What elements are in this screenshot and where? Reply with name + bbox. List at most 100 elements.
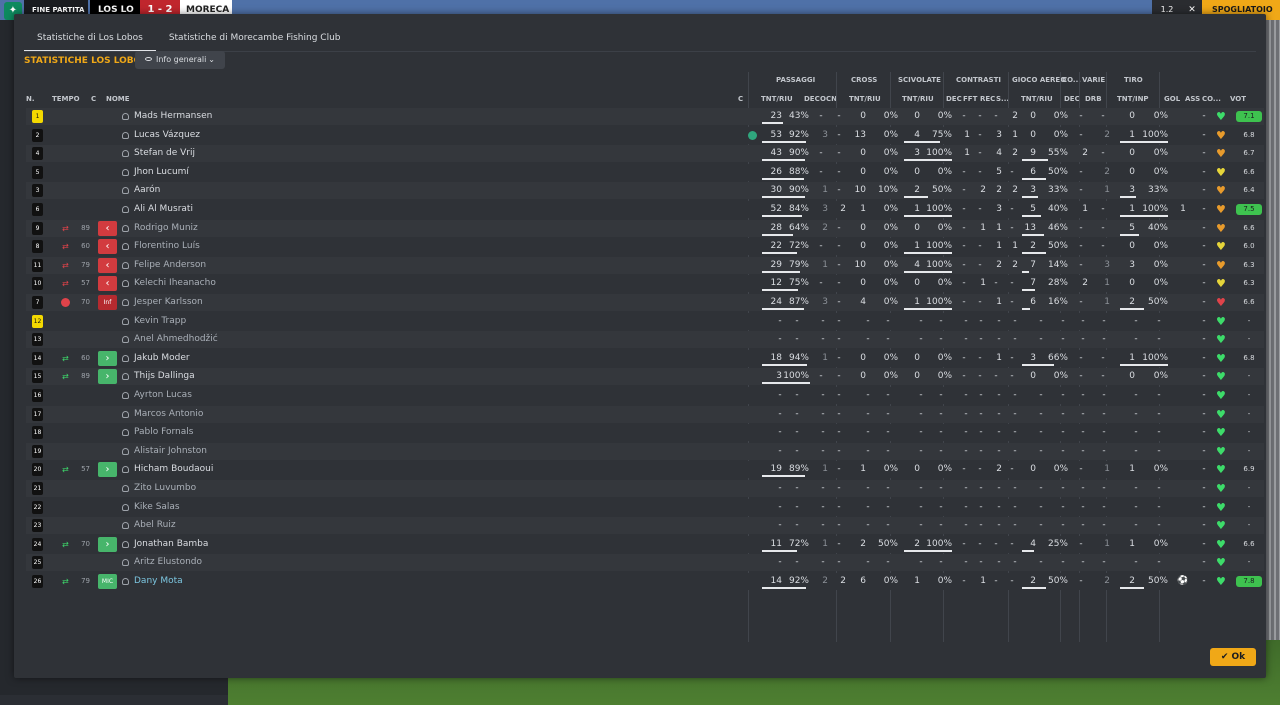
player-name[interactable]: Jesper Karlsson	[134, 294, 203, 311]
empty-stat: -	[1081, 315, 1085, 326]
player-name[interactable]: Aarón	[134, 182, 160, 199]
table-row[interactable]: 3 Aarón 30 90% 1-10 10% 2 50% -2 2 2 3 33% -1 3 33% - ♥ 6.…	[26, 182, 1264, 200]
player-name[interactable]: Rodrigo Muniz	[134, 220, 198, 237]
empty-stat: -	[1081, 390, 1085, 400]
table-row[interactable]: 20 ⇄ 57 › Hicham Boudaoui 19 89% 1-1 0% 0 0% - -2-0 0…	[26, 461, 1264, 479]
player-name[interactable]: Mads Hermansen	[134, 108, 212, 125]
position-chip[interactable]: ‹	[98, 239, 117, 255]
table-row[interactable]: 10 ⇄ 57 ‹ Kelechi Iheanacho 12 75% - -0 0% 0 0% -1- -…	[26, 275, 1264, 293]
table-row[interactable]: 14 ⇄ 60 › Jakub Moder 18 94% 1-0 0% 0 0% - -1-3 66% - -…	[26, 349, 1264, 367]
table-row[interactable]: 5 Jhon Lucumí 26 88% - -0 0% 0 0% - -5-6 50% -2 0 0% - ♥…	[26, 163, 1264, 181]
table-row[interactable]: 15 ⇄ 89 › Thijs Dallinga 3 100% - -0 0% 0 0% - - - -0 0%…	[26, 368, 1264, 386]
col-con-dec[interactable]: DEC	[946, 95, 962, 103]
player-name[interactable]: Stefan de Vrij	[134, 145, 195, 162]
player-rating: 7.5	[1236, 204, 1262, 215]
col-pass-dec[interactable]: DEC	[804, 95, 820, 103]
assists: -	[1202, 576, 1206, 586]
player-name[interactable]: Kevin Trapp	[134, 313, 186, 330]
empty-stat: -	[997, 390, 1001, 400]
table-row[interactable]: 17 Marcos Antonio - - - - - - - - - - - - - - - - - - - ♥ -	[26, 405, 1264, 423]
col-condition[interactable]: CO...	[1202, 95, 1221, 103]
col-shot-tnt[interactable]: TNT/INP	[1117, 95, 1149, 103]
player-name[interactable]: Pablo Fornals	[134, 424, 193, 441]
table-row[interactable]: 22 Kike Salas - - - - - - - - - - - - - - - - - - - ♥ -	[26, 498, 1264, 516]
table-row[interactable]: 26 ⇄ 79 MIC Dany Mota 14 92% 2 2 6 0% 1 0% -1- -2 50% -2…	[26, 573, 1264, 590]
table-row[interactable]: 8 ⇄ 60 ‹ Florentino Luís 22 72% - -0 0% 1 100% - -1 1 2…	[26, 238, 1264, 256]
position-chip[interactable]: ‹	[98, 257, 117, 273]
con-fft: -	[978, 111, 982, 121]
player-name[interactable]: Kelechi Iheanacho	[134, 275, 216, 292]
col-pass-tnt[interactable]: TNT/RIU	[761, 95, 793, 103]
player-name[interactable]: Felipe Anderson	[134, 257, 206, 274]
tab-home-stats[interactable]: Statistiche di Los Lobos	[24, 28, 156, 52]
col-ass[interactable]: ASS	[1185, 95, 1200, 103]
table-row[interactable]: 2 Lucas Vázquez 53 92% 3-13 0% 4 75% 1-3 1 0 0% -2 1 1…	[26, 126, 1264, 144]
player-name[interactable]: Aritz Elustondo	[134, 554, 202, 571]
table-row[interactable]: 19 Alistair Johnston - - - - - - - - - - - - - - - - - - - ♥ -	[26, 442, 1264, 460]
tab-away-stats[interactable]: Statistiche di Morecambe Fishing Club	[156, 28, 354, 52]
player-name[interactable]: Ayrton Lucas	[134, 387, 192, 404]
col-cross-tnt[interactable]: TNT/RIU	[849, 95, 881, 103]
table-row[interactable]: 21 Zito Luvumbo - - - - - - - - - - - - - - - - - - - ♥ -	[26, 480, 1264, 497]
pass-bar	[762, 233, 793, 236]
player-name[interactable]: Alistair Johnston	[134, 443, 207, 460]
col-air-tnt[interactable]: TNT/RIU	[1021, 95, 1053, 103]
player-name[interactable]: Zito Luvumbo	[134, 480, 196, 497]
empty-stat: -	[795, 334, 799, 345]
empty-stat: -	[1081, 445, 1085, 456]
position-chip[interactable]: ›	[98, 536, 117, 552]
con-dec: -	[962, 204, 966, 214]
position-chip[interactable]: MIC	[98, 574, 117, 589]
player-name[interactable]: Jhon Lucumí	[134, 164, 189, 181]
position-chip[interactable]: ›	[98, 350, 117, 366]
position-chip[interactable]: ‹	[98, 276, 117, 292]
player-name[interactable]: Ali Al Musrati	[134, 201, 193, 218]
col-tempo[interactable]: TEMPO	[52, 95, 80, 103]
table-row[interactable]: 13 Anel Ahmedhodžić - - - - - - - - - - - - - - - - - - - ♥ -	[26, 331, 1264, 349]
player-name[interactable]: Kike Salas	[134, 499, 180, 516]
col-co-dec[interactable]: DEC	[1064, 95, 1080, 103]
ok-button[interactable]: ✔ Ok	[1210, 648, 1256, 666]
position-chip[interactable]: ›	[98, 369, 117, 385]
col-pass-ocn[interactable]: OCN	[820, 95, 837, 103]
col-n[interactable]: N.	[26, 95, 35, 103]
table-row[interactable]: 24 ⇄ 70 › Jonathan Bamba 11 72% 1-2 50% 2 100% - - - -…	[26, 535, 1264, 553]
player-name[interactable]: Dany Mota	[134, 573, 183, 590]
table-row[interactable]: 25 Aritz Elustondo - - - - - - - - - - - - - - - - - - - ♥ -	[26, 554, 1264, 572]
co-dec: 1	[1082, 204, 1088, 214]
player-name[interactable]: Marcos Antonio	[134, 406, 203, 423]
view-dropdown-label: Info generali	[156, 55, 207, 64]
player-name[interactable]: Florentino Luís	[134, 238, 200, 255]
player-name[interactable]: Anel Ahmedhodžić	[134, 331, 218, 348]
table-row[interactable]: 6 Ali Al Musrati 52 84% 3 2 1 0% 1 100% - -3-5 40% 1-…	[26, 201, 1264, 218]
table-row[interactable]: 23 Abel Ruiz - - - - - - - - - - - - - - - - - - - ♥ -	[26, 517, 1264, 535]
col-gol[interactable]: GOL	[1164, 95, 1180, 103]
col-nome[interactable]: NOME	[106, 95, 130, 103]
table-row[interactable]: 4 Stefan de Vrij 43 90% - -0 0% 3 100% 1-4 2 9 55% 2-…	[26, 145, 1264, 163]
col-tackle-tnt[interactable]: TNT/RIU	[902, 95, 934, 103]
position-chip[interactable]: ›	[98, 462, 117, 478]
player-name[interactable]: Jonathan Bamba	[134, 536, 208, 553]
position-chip[interactable]: Inf	[98, 295, 117, 310]
col-c[interactable]: C	[91, 95, 96, 103]
col-vot[interactable]: VOT	[1230, 95, 1246, 103]
col-con-fft[interactable]: FFT	[963, 95, 977, 103]
table-row[interactable]: 7 70 Inf Jesper Karlsson 24 87% 3-4 0% 1 100% - -1-…	[26, 294, 1264, 311]
table-row[interactable]: 9 ⇄ 89 ‹ Rodrigo Muniz 28 64% 2-0 0% 0 0% -1 1-13 46%…	[26, 219, 1264, 237]
view-dropdown[interactable]: Info generali ⌄	[135, 51, 225, 69]
table-row[interactable]: 12 Kevin Trapp - - - - - - - - - - - - - - - - - - - ♥ -	[26, 312, 1264, 330]
col-con-rec[interactable]: REC	[980, 95, 995, 103]
player-name[interactable]: Abel Ruiz	[134, 517, 176, 534]
table-row[interactable]: 16 Ayrton Lucas - - - - - - - - - - - - - - - - - - - ♥ -	[26, 387, 1264, 404]
table-row[interactable]: 1 Mads Hermansen 23 43% - -0 0% 0 0% - - -2 0 0% - -0 0%…	[26, 108, 1264, 125]
player-name[interactable]: Lucas Vázquez	[134, 127, 200, 144]
player-name[interactable]: Thijs Dallinga	[134, 368, 195, 385]
player-name[interactable]: Hicham Boudaoui	[134, 461, 213, 478]
player-name[interactable]: Jakub Moder	[134, 350, 190, 367]
position-chip[interactable]: ‹	[98, 220, 117, 236]
table-row[interactable]: 11 ⇄ 79 ‹ Felipe Anderson 29 79% 1-10 0% 4 100% - -2…	[26, 256, 1264, 274]
col-cap[interactable]: C	[738, 95, 743, 103]
table-row[interactable]: 18 Pablo Fornals - - - - - - - - - - - - - - - - - - - ♥ -	[26, 424, 1264, 442]
col-drb[interactable]: DRB	[1085, 95, 1102, 103]
pass-dec: 1	[822, 259, 828, 270]
